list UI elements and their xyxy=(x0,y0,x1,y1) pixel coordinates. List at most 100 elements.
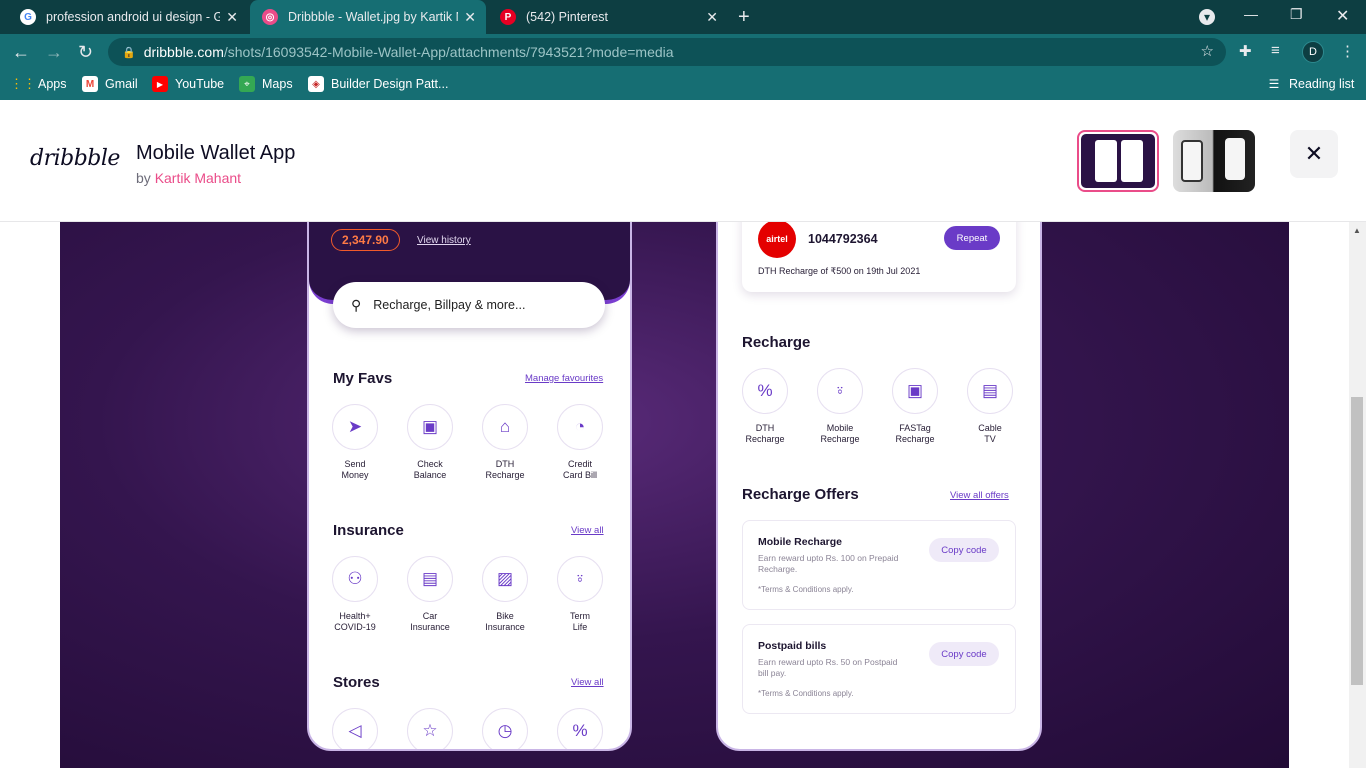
search-icon: ⚲ xyxy=(351,296,362,313)
profile-avatar[interactable]: D xyxy=(1302,41,1324,63)
home-icon: ⌂ xyxy=(482,404,528,450)
section-title-stores: Stores xyxy=(333,674,380,691)
view-all-link: View all xyxy=(571,677,604,688)
window-close-icon[interactable]: ✕ xyxy=(1336,6,1349,26)
extensions-icon[interactable]: ✚ xyxy=(1239,42,1252,60)
by-label: by xyxy=(136,170,151,186)
dribbble-logo[interactable]: dribbble xyxy=(30,146,120,171)
recharge-number: 1044792364 xyxy=(808,232,878,246)
view-all-offers-link: View all offers xyxy=(950,490,1009,501)
star-icon: ☆ xyxy=(407,708,453,749)
page-scrollbar[interactable]: ▲ xyxy=(1349,222,1366,768)
last-recharge-card: airtel 1044792364 Repeat DTH Recharge of… xyxy=(742,222,1016,292)
reading-list-button[interactable]: ☰ Reading list xyxy=(1266,76,1355,92)
offer-title: Mobile Recharge xyxy=(758,536,843,548)
recharge-label: DTH Recharge xyxy=(745,423,785,444)
apps-grid-icon: ⋮⋮ xyxy=(10,76,36,91)
address-bar[interactable]: 🔒 dribbble.com/shots/16093542-Mobile-Wal… xyxy=(108,38,1226,66)
bookmark-label: Gmail xyxy=(105,77,138,91)
offer-terms: *Terms & Conditions apply. xyxy=(758,585,854,594)
author-link[interactable]: Kartik Mahant xyxy=(155,170,241,186)
document-icon: ▤ xyxy=(407,556,453,602)
search-bar: ⚲ Recharge, Billpay & more... xyxy=(333,282,605,328)
media-control-icon[interactable]: ≡ xyxy=(1271,42,1280,59)
fav-label: Check Balance xyxy=(413,459,447,480)
search-placeholder: Recharge, Billpay & more... xyxy=(373,298,526,312)
url-domain: dribbble.com xyxy=(143,44,224,60)
recharge-label: Cable TV xyxy=(978,423,1002,444)
builder-site-icon: ◈ xyxy=(308,76,324,92)
bookmark-youtube[interactable]: ▶ YouTube xyxy=(152,76,224,92)
bookmarks-bar: ⋮⋮ Apps M Gmail ▶ YouTube ⌖ Maps ◈ Build… xyxy=(0,70,1366,100)
discount-icon: % xyxy=(557,708,603,749)
recharge-label: Mobile Recharge xyxy=(820,423,860,444)
attachment-thumbnail-1[interactable] xyxy=(1077,130,1159,192)
shot-header: dribbble Mobile Wallet App by Kartik Mah… xyxy=(0,102,1366,222)
offer-description: Earn reward upto Rs. 50 on Postpaid bill… xyxy=(758,657,898,678)
browser-toolbar: ← → ↻ 🔒 dribbble.com/shots/16093542-Mobi… xyxy=(0,34,1366,70)
maximize-icon[interactable]: ❐ xyxy=(1290,6,1303,23)
bookmark-label: Apps xyxy=(38,77,67,91)
recharge-description: DTH Recharge of ₹500 on 19th Jul 2021 xyxy=(758,266,921,276)
url-path: /shots/16093542-Mobile-Wallet-App/attach… xyxy=(223,44,674,60)
tab-google-search[interactable]: G profession android ui design - Go ✕ xyxy=(8,0,248,34)
close-tab-icon[interactable]: ✕ xyxy=(464,9,476,26)
tab-pinterest[interactable]: P (542) Pinterest ✕ xyxy=(488,0,728,34)
bookmark-label: Builder Design Patt... xyxy=(331,77,449,91)
menu-icon[interactable]: ⋮ xyxy=(1340,42,1355,60)
bookmark-label: Maps xyxy=(262,77,293,91)
shot-author-line: by Kartik Mahant xyxy=(136,170,241,186)
bookmark-builder-pattern[interactable]: ◈ Builder Design Patt... xyxy=(308,76,448,92)
insurance-label: Car Insurance xyxy=(410,611,450,632)
avatar-letter: D xyxy=(1309,46,1317,58)
document-icon: ▤ xyxy=(967,368,1013,414)
tab-dribbble[interactable]: ◎ Dribbble - Wallet.jpg by Kartik M ✕ xyxy=(250,0,486,34)
forward-icon[interactable]: → xyxy=(45,42,63,63)
section-title-recharge: Recharge xyxy=(742,334,811,351)
bookmark-gmail[interactable]: M Gmail xyxy=(82,76,138,92)
attachment-thumbnail-2[interactable] xyxy=(1173,130,1255,192)
fav-label: Send Money xyxy=(341,459,369,480)
insurance-label: Health+ COVID-19 xyxy=(334,611,376,632)
tab-title: (542) Pinterest xyxy=(526,10,608,24)
discount-icon: % xyxy=(742,368,788,414)
megaphone-icon: ◁ xyxy=(332,708,378,749)
close-button[interactable]: ✕ xyxy=(1290,130,1338,178)
send-icon: ➤ xyxy=(332,404,378,450)
minimize-icon[interactable]: — xyxy=(1244,6,1258,22)
reading-list-label: Reading list xyxy=(1289,77,1355,91)
fav-label: Credit Card Bill xyxy=(562,459,597,480)
scroll-up-icon[interactable]: ▲ xyxy=(1353,226,1361,235)
lock-icon: 🔒 xyxy=(122,46,136,59)
reading-list-icon: ☰ xyxy=(1268,77,1280,91)
close-icon: ✕ xyxy=(1304,141,1324,166)
section-title-favs: My Favs xyxy=(333,370,393,387)
view-history-link: View history xyxy=(417,235,471,246)
close-tab-icon[interactable]: ✕ xyxy=(226,9,238,26)
offer-card: Postpaid bills Earn reward upto Rs. 50 o… xyxy=(742,624,1016,714)
phone-screen-home: 2,347.90 View history ⚲ Recharge, Billpa… xyxy=(307,222,632,751)
new-tab-button[interactable]: + xyxy=(738,6,750,29)
person-icon: ⚇ xyxy=(332,556,378,602)
google-icon: G xyxy=(20,9,36,25)
thumbnail-preview xyxy=(1173,130,1255,192)
wallet-balance: 2,347.90 xyxy=(331,229,400,251)
section-title-insurance: Insurance xyxy=(333,522,404,539)
tab-search-icon[interactable]: ▾ xyxy=(1199,9,1215,25)
pie-chart-icon: ◔ xyxy=(557,404,603,450)
bookmark-apps[interactable]: ⋮⋮ Apps xyxy=(10,76,67,92)
view-all-link: View all xyxy=(571,525,604,536)
scrollbar-thumb[interactable] xyxy=(1351,397,1363,685)
bookmark-star-icon[interactable]: ☆ xyxy=(1201,42,1214,60)
back-icon[interactable]: ← xyxy=(12,42,30,63)
phone-screen-recharge: airtel 1044792364 Repeat DTH Recharge of… xyxy=(716,222,1042,751)
pinterest-icon: P xyxy=(500,9,516,25)
image-icon: ▨ xyxy=(482,556,528,602)
fav-label: DTH Recharge xyxy=(485,459,525,480)
close-tab-icon[interactable]: ✕ xyxy=(706,9,718,26)
recharge-label: FASTag Recharge xyxy=(895,423,935,444)
bookmark-maps[interactable]: ⌖ Maps xyxy=(239,76,293,92)
reload-icon[interactable]: ↻ xyxy=(78,42,93,63)
dribbble-icon: ◎ xyxy=(262,9,278,25)
manage-favourites-link: Manage favourites xyxy=(525,373,604,384)
